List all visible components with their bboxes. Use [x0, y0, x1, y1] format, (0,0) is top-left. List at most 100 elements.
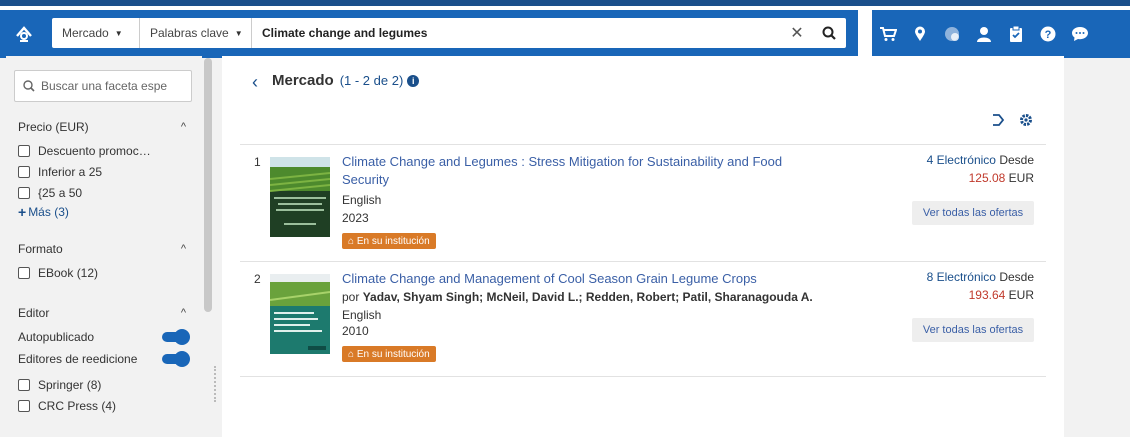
svg-text:?: ? — [1045, 29, 1052, 41]
result-title-link[interactable]: Climate Change and Legumes : Stress Miti… — [342, 153, 822, 189]
facet-title: Precio (EUR) — [18, 120, 89, 134]
result-number: 1 — [254, 155, 261, 169]
offer-summary: 8 Electrónico Desde 193.64 EUR — [927, 270, 1034, 302]
facet-item-label: {25 a 50 — [38, 186, 83, 200]
checkbox[interactable] — [18, 400, 30, 412]
toggle-switch[interactable] — [162, 351, 190, 367]
authors-link[interactable]: Yadav, Shyam Singh; McNeil, David L.; Re… — [363, 290, 813, 304]
facet-item[interactable]: Inferior a 25 — [18, 163, 190, 181]
facet-sidebar: Buscar una faceta espe Precio (EUR) ^ De… — [6, 56, 202, 437]
results-panel: ‹ Mercado (1 - 2 de 2) i 1 Climate Chang… — [222, 56, 1064, 437]
checkbox[interactable] — [18, 145, 30, 157]
chat-icon[interactable] — [1064, 10, 1096, 58]
top-bar: Mercado ▼ Palabras clave ▼ Climate change … — [0, 0, 1130, 58]
facet-group-format: Formato ^ EBook (12) — [18, 240, 190, 282]
result-language: English — [342, 308, 382, 322]
clipboard-icon[interactable] — [1000, 10, 1032, 58]
result-title-link[interactable]: Climate Change and Management of Cool Se… — [342, 270, 822, 288]
result-item: 1 Climate Change and Legumes : Stress Mi… — [240, 145, 1046, 261]
share-icon[interactable] — [990, 112, 1006, 128]
scope-dropdown[interactable]: Mercado ▼ — [52, 18, 140, 48]
search-button[interactable] — [812, 18, 846, 48]
currency: EUR — [1008, 288, 1034, 302]
sidebar-scrollbar[interactable] — [204, 58, 212, 312]
field-dropdown-label: Palabras clave — [150, 26, 229, 40]
info-icon[interactable]: i — [407, 74, 420, 87]
location-icon[interactable] — [904, 10, 936, 58]
facet-search-input[interactable]: Buscar una faceta espe — [14, 70, 192, 102]
result-number: 2 — [254, 272, 261, 286]
facet-item-label: Springer (8) — [38, 378, 102, 392]
field-dropdown[interactable]: Palabras clave ▼ — [140, 18, 252, 48]
chevron-down-icon: ▼ — [114, 28, 123, 38]
checkbox[interactable] — [18, 187, 30, 199]
toggle-row[interactable]: Autopublicado — [18, 326, 190, 348]
view-offers-button[interactable]: Ver todas las ofertas — [912, 201, 1034, 225]
show-more-label: Más (3) — [28, 205, 69, 219]
resize-handle[interactable] — [214, 366, 220, 402]
toggle-label: Autopublicado — [18, 330, 95, 344]
facet-title: Editor — [18, 306, 50, 320]
view-offers-button[interactable]: Ver todas las ofertas — [912, 318, 1034, 342]
offer-count-link[interactable]: 8 Electrónico — [927, 270, 996, 284]
institution-badge: ⌂ En su institución — [342, 233, 436, 249]
page-title: Mercado (1 - 2 de 2) i — [272, 72, 420, 89]
cart-icon[interactable] — [872, 10, 904, 58]
badge-label: En su institución — [356, 235, 430, 247]
show-more-link[interactable]: + Más (3) — [18, 203, 190, 221]
facet-item-label: Inferior a 25 — [38, 165, 103, 179]
checkbox[interactable] — [18, 166, 30, 178]
facet-item[interactable]: Descuento promoc… — [18, 142, 190, 160]
checkbox[interactable] — [18, 379, 30, 391]
toggle-row[interactable]: Editores de reedicione — [18, 348, 190, 370]
chevron-up-icon: ^ — [180, 307, 186, 319]
clear-search-button[interactable]: ✕ — [782, 18, 812, 48]
chevron-down-icon: ▼ — [234, 28, 243, 38]
facet-item[interactable]: EBook (12) — [18, 264, 190, 282]
search-icon — [23, 80, 35, 92]
plus-icon: + — [18, 204, 27, 220]
page-title-text: Mercado — [272, 72, 334, 89]
chevron-up-icon: ^ — [180, 243, 186, 255]
price: 193.64 — [968, 288, 1006, 302]
user-icon[interactable] — [968, 10, 1000, 58]
facet-search-placeholder: Buscar una faceta espe — [41, 79, 168, 93]
facet-item[interactable]: Springer (8) — [18, 376, 190, 394]
price: 125.08 — [968, 171, 1006, 185]
facet-item-label: EBook (12) — [38, 266, 99, 280]
toggle-switch[interactable] — [162, 329, 190, 345]
result-count: (1 - 2 de 2) — [339, 73, 404, 88]
back-chevron-icon[interactable]: ‹ — [252, 72, 258, 93]
offer-summary: 4 Electrónico Desde 125.08 EUR — [927, 153, 1034, 185]
result-item: 2 Climate Change and Management of Cool … — [240, 262, 1046, 378]
divider — [240, 376, 1046, 377]
facet-header-format[interactable]: Formato ^ — [18, 240, 190, 258]
offer-count-link[interactable]: 4 Electrónico — [927, 153, 996, 167]
home-logo-icon[interactable] — [0, 10, 48, 58]
gear-icon[interactable] — [1018, 112, 1034, 128]
facet-item[interactable]: {25 a 50 — [18, 184, 190, 202]
from-label: Desde — [999, 270, 1034, 284]
scope-dropdown-label: Mercado — [62, 26, 109, 40]
result-authors: por Yadav, Shyam Singh; McNeil, David L.… — [342, 290, 813, 304]
facet-header-price[interactable]: Precio (EUR) ^ — [18, 118, 190, 136]
badge-label: En su institución — [356, 348, 430, 360]
facet-group-price: Precio (EUR) ^ Descuento promoc… Inferio… — [18, 118, 190, 221]
book-cover-image[interactable] — [270, 274, 330, 354]
search-input[interactable]: Climate change and legumes — [252, 18, 782, 48]
result-year: 2023 — [342, 211, 369, 225]
result-year: 2010 — [342, 324, 369, 338]
facet-header-publisher[interactable]: Editor ^ — [18, 304, 190, 322]
facet-item[interactable]: CRC Press (4) — [18, 397, 190, 415]
institution-badge: ⌂ En su institución — [342, 346, 436, 362]
book-cover-image[interactable] — [270, 157, 330, 237]
facet-item-label: Descuento promoc… — [38, 144, 151, 158]
search-icon — [822, 26, 836, 40]
facet-group-publisher: Editor ^ Autopublicado Editores de reedi… — [18, 304, 190, 415]
facet-title: Formato — [18, 242, 63, 256]
help-icon[interactable]: ? — [1032, 10, 1064, 58]
globe-icon[interactable] — [936, 10, 968, 58]
checkbox[interactable] — [18, 267, 30, 279]
close-icon: ✕ — [790, 25, 804, 42]
facet-item-label: CRC Press (4) — [38, 399, 117, 413]
